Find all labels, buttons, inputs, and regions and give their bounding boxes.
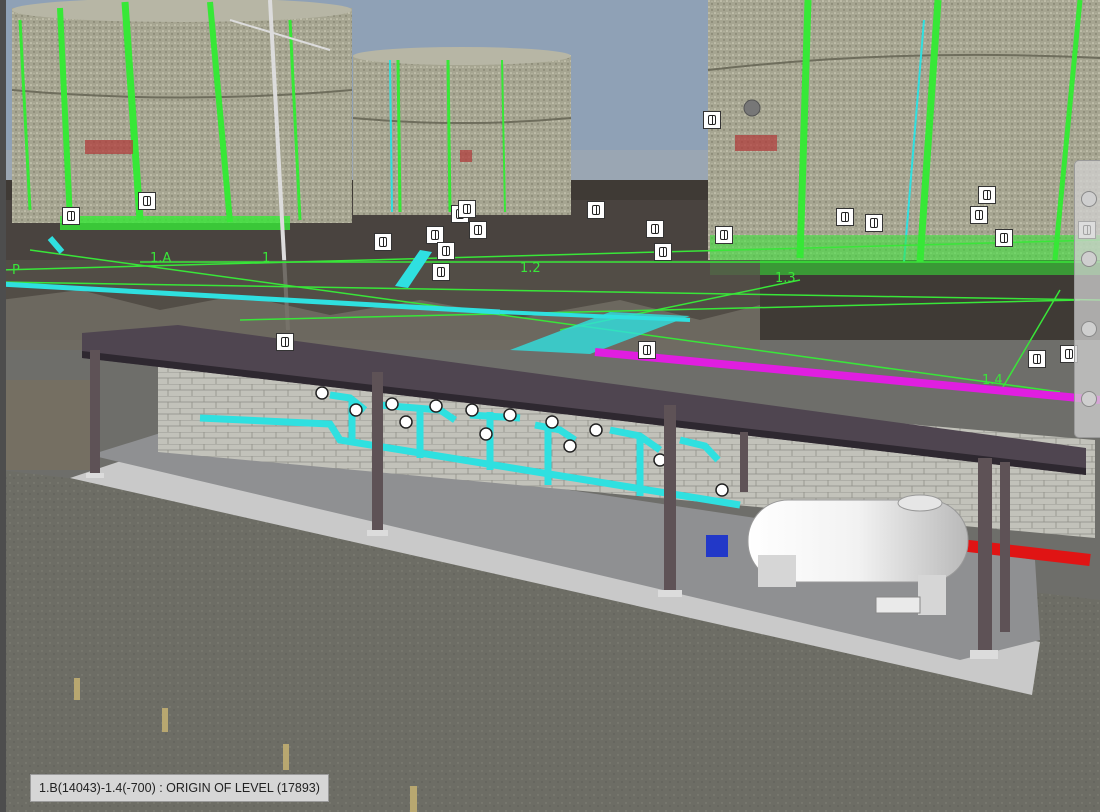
orbit-icon[interactable]	[1081, 191, 1097, 207]
zoom-icon[interactable]	[1081, 321, 1097, 337]
view-cube-icon[interactable]	[715, 226, 733, 244]
grid-label-p: P	[12, 263, 20, 278]
status-bar: 1.B(14043)-1.4(-700) : ORIGIN OF LEVEL (…	[30, 774, 329, 802]
view-cube-icon[interactable]	[276, 333, 294, 351]
view-cube-icon[interactable]	[646, 220, 664, 238]
valve-blue	[706, 535, 728, 557]
view-cube-icon[interactable]	[995, 229, 1013, 247]
view-cube-icon[interactable]	[469, 221, 487, 239]
view-cube-icon[interactable]	[970, 206, 988, 224]
grid-label-1-2: 1.2	[520, 261, 541, 276]
storage-tank-middle	[352, 47, 572, 215]
pan-icon[interactable]	[1081, 251, 1097, 267]
point-cloud-scene[interactable]: 1.A 1 1.2 1.3 1.4 P	[0, 0, 1100, 812]
view-cube-icon[interactable]	[138, 192, 156, 210]
view-cube-icon[interactable]	[978, 186, 996, 204]
grid-label-1-3: 1.3	[775, 271, 796, 286]
view-cube-icon[interactable]	[1028, 350, 1046, 368]
view-cube-icon[interactable]	[865, 214, 883, 232]
navigation-toolbar	[1074, 160, 1100, 438]
view-cube-icon[interactable]	[587, 201, 605, 219]
viewport-3d[interactable]: 1.A 1 1.2 1.3 1.4 P 1.B(14043)-1.4(-700)…	[0, 0, 1100, 812]
view-cube-icon[interactable]	[437, 242, 455, 260]
grid-label-1a: 1.A	[150, 251, 171, 266]
level-readout: 1.B(14043)-1.4(-700) : ORIGIN OF LEVEL (…	[39, 781, 320, 795]
view-cube-icon[interactable]	[703, 111, 721, 129]
look-icon[interactable]	[1081, 391, 1097, 407]
view-cube-icon[interactable]	[62, 207, 80, 225]
grid-label-1: 1	[262, 251, 270, 266]
view-cube-icon[interactable]	[432, 263, 450, 281]
storage-tank-left	[11, 0, 353, 223]
view-cube-icon[interactable]	[458, 200, 476, 218]
view-cube-icon[interactable]	[654, 243, 672, 261]
view-cube-icon[interactable]	[638, 341, 656, 359]
viewport-left-border	[0, 0, 6, 812]
storage-tank-right	[707, 0, 1100, 275]
view-cube-icon[interactable]	[374, 233, 392, 251]
view-cube-icon[interactable]	[836, 208, 854, 226]
